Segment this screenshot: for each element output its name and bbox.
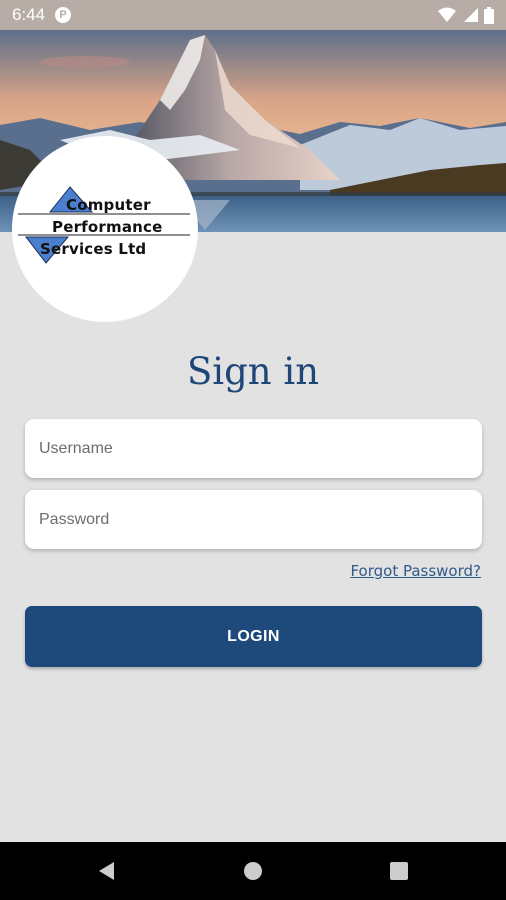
status-icons — [438, 6, 494, 24]
recents-icon[interactable] — [388, 860, 410, 882]
home-icon[interactable] — [242, 860, 264, 882]
username-field[interactable] — [25, 419, 482, 478]
logo-text-services: Services Ltd — [40, 240, 147, 258]
app-notification-icon: P — [55, 7, 72, 23]
login-button[interactable]: LOGIN — [25, 606, 482, 667]
battery-icon — [484, 6, 494, 24]
status-time: 6:44 — [12, 5, 46, 24]
back-icon[interactable] — [96, 860, 118, 882]
logo-text-performance: Performance — [52, 218, 163, 236]
page-title: Sign in — [186, 350, 320, 393]
status-bar: 6:44 P — [0, 0, 506, 30]
signal-icon — [464, 8, 478, 22]
forgot-password-link[interactable]: Forgot Password? — [350, 562, 481, 580]
logo-text-computer: Computer — [66, 196, 151, 214]
password-field[interactable] — [25, 490, 482, 549]
navigation-bar — [0, 842, 506, 900]
status-left: 6:44 P — [12, 5, 72, 25]
company-logo: Computer Performance Services Ltd — [12, 136, 198, 322]
wifi-icon — [438, 7, 456, 22]
